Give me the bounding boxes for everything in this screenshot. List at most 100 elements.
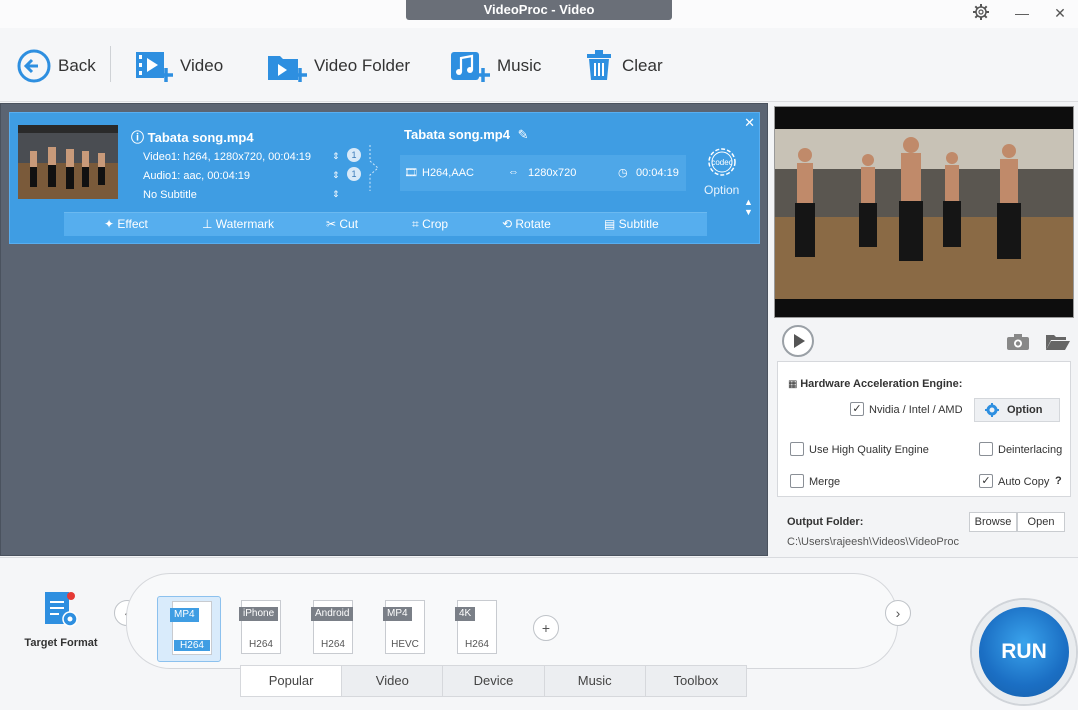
format-top-label: Android — [311, 607, 354, 621]
toolbar-divider — [110, 46, 111, 82]
folder-open-icon[interactable] — [1045, 333, 1071, 356]
format-bottom-label: H264 — [174, 640, 210, 651]
back-arrow-icon — [17, 49, 51, 83]
video-item-card[interactable]: ⓘ Tabata song.mp4 Video1: h264, 1280x720… — [9, 112, 760, 244]
add-format-icon[interactable]: + — [533, 615, 559, 641]
format-top-label: MP4 — [170, 608, 199, 622]
run-button[interactable]: RUN — [972, 600, 1076, 704]
title-bar: VideoProc - Video — ✕ — [0, 0, 1078, 28]
back-button[interactable]: Back — [16, 46, 96, 86]
minimize-button[interactable]: — — [1011, 3, 1033, 23]
clock-icon: ◷ — [618, 167, 628, 179]
rotate-icon: ⟲ — [502, 217, 516, 231]
video-label: Video — [180, 56, 224, 75]
auto-copy-help-icon[interactable]: ? — [1055, 475, 1062, 487]
deinterlacing-checkbox[interactable] — [979, 442, 993, 456]
high-quality-engine-checkbox[interactable] — [790, 442, 804, 456]
format-top-label: 4K — [455, 607, 476, 621]
codec-option-label[interactable]: Option — [704, 183, 739, 197]
trash-icon — [587, 50, 611, 80]
edit-pencil-icon[interactable]: ✎ — [518, 127, 529, 142]
tab-device[interactable]: Device — [443, 666, 545, 696]
add-video-icon — [136, 52, 173, 82]
output-file-title[interactable]: Tabata song.mp4 — [404, 127, 510, 142]
music-label: Music — [497, 56, 542, 75]
merge-checkbox[interactable] — [790, 474, 804, 488]
tab-toolbox[interactable]: Toolbox — [646, 666, 746, 696]
rotate-tool[interactable]: ⟲ Rotate — [502, 217, 551, 231]
auto-copy-label: Auto Copy — [998, 476, 1050, 488]
add-music-icon — [451, 52, 490, 82]
close-icon[interactable]: ✕ — [744, 115, 755, 131]
format-top-label: iPhone — [239, 607, 279, 621]
format-category-tabs: Popular Video Device Music Toolbox — [240, 665, 747, 697]
target-format-icon — [45, 592, 78, 627]
video-track-info: Video1: h264, 1280x720, 00:04:19 — [143, 151, 312, 163]
audio-track-count: 1 — [347, 167, 361, 181]
crop-tool[interactable]: ⌗ Crop — [412, 217, 448, 232]
subtitle-stepper[interactable]: ⇕ — [332, 189, 340, 200]
play-icon — [794, 334, 805, 348]
format-4k-h264[interactable]: 4K H264 — [443, 596, 507, 662]
codec-option-button[interactable]: codec — [704, 145, 740, 179]
watermark-tool[interactable]: ⊥ Watermark — [202, 217, 274, 231]
stamp-icon: ⊥ — [202, 217, 216, 231]
format-bottom-label: HEVC — [391, 639, 419, 650]
audio-track-info: Audio1: aac, 00:04:19 — [143, 170, 251, 182]
video-folder-icon — [268, 56, 307, 82]
output-folder-path: C:\Users\rajeesh\Videos\VideoProc — [787, 536, 960, 548]
main-toolbar: Back Video Video Folder Music Clear — [0, 28, 1078, 102]
hardware-acceleration-panel: ▦ Hardware Acceleration Engine: ✓ Nvidia… — [777, 361, 1071, 497]
nvidia-checkbox[interactable]: ✓ — [850, 402, 864, 416]
gear-icon[interactable] — [970, 3, 992, 23]
chevron-right-icon[interactable]: › — [885, 600, 911, 626]
play-button[interactable] — [782, 325, 814, 357]
clear-button[interactable]: Clear — [584, 46, 663, 86]
output-folder-label: Output Folder: — [787, 516, 864, 528]
chip-icon: ▦ — [788, 379, 801, 390]
output-resolution: 1280x720 — [528, 167, 577, 179]
add-video-button[interactable]: Video — [134, 46, 223, 86]
edit-toolbar: ✦ Effect ⊥ Watermark ✂ Cut ⌗ Crop ⟲ Rota… — [64, 212, 707, 236]
camera-icon[interactable] — [1006, 333, 1030, 356]
add-video-folder-button[interactable]: Video Folder — [266, 46, 410, 86]
auto-copy-checkbox[interactable]: ✓ — [979, 474, 993, 488]
video-list-area: ⓘ Tabata song.mp4 Video1: h264, 1280x720… — [0, 103, 768, 556]
clear-label: Clear — [622, 56, 663, 75]
format-android-h264[interactable]: Android H264 — [299, 596, 363, 662]
tab-music[interactable]: Music — [545, 666, 646, 696]
effect-tool[interactable]: ✦ Effect — [104, 217, 148, 231]
reorder-arrows-icon[interactable]: ▲ ▼ — [744, 197, 753, 217]
output-codec: H264,AAC — [422, 167, 474, 179]
format-bottom-label: H264 — [249, 639, 273, 650]
browse-button[interactable]: Browse — [969, 512, 1017, 532]
video-thumbnail[interactable] — [18, 125, 118, 199]
video-track-stepper[interactable]: ⇕ — [332, 151, 340, 162]
close-window-button[interactable]: ✕ — [1049, 3, 1071, 23]
window-title: VideoProc - Video — [406, 0, 672, 20]
info-icon[interactable]: ⓘ — [131, 130, 144, 145]
format-bar: Target Format ‹ MP4 H264 iPhone H264 And… — [0, 557, 1078, 710]
video-track-count: 1 — [347, 148, 361, 162]
format-mp4-hevc[interactable]: MP4 HEVC — [371, 596, 435, 662]
source-file-title: Tabata song.mp4 — [147, 130, 254, 145]
format-mp4-h264[interactable]: MP4 H264 — [157, 596, 221, 662]
tab-popular[interactable]: Popular — [241, 666, 343, 696]
format-bottom-label: H264 — [465, 639, 489, 650]
format-carousel: MP4 H264 iPhone H264 Android H264 MP4 HE… — [126, 573, 898, 669]
codec-gear-icon: codec — [708, 148, 736, 176]
cut-tool[interactable]: ✂ Cut — [326, 217, 358, 231]
video-preview[interactable] — [774, 106, 1074, 318]
audio-track-stepper[interactable]: ⇕ — [332, 170, 340, 181]
subtitle-tool[interactable]: ▤ Subtitle — [604, 217, 659, 231]
right-panel: ▦ Hardware Acceleration Engine: ✓ Nvidia… — [770, 103, 1078, 556]
scissors-icon: ✂ — [326, 217, 340, 231]
open-button[interactable]: Open — [1017, 512, 1065, 532]
target-format-button[interactable]: Target Format — [18, 590, 104, 649]
gear-icon — [985, 403, 999, 417]
hardware-option-button[interactable]: Option — [974, 398, 1060, 422]
target-format-label: Target Format — [24, 637, 98, 649]
add-music-button[interactable]: Music — [449, 46, 541, 86]
format-iphone-h264[interactable]: iPhone H264 — [227, 596, 291, 662]
tab-video[interactable]: Video — [342, 666, 444, 696]
